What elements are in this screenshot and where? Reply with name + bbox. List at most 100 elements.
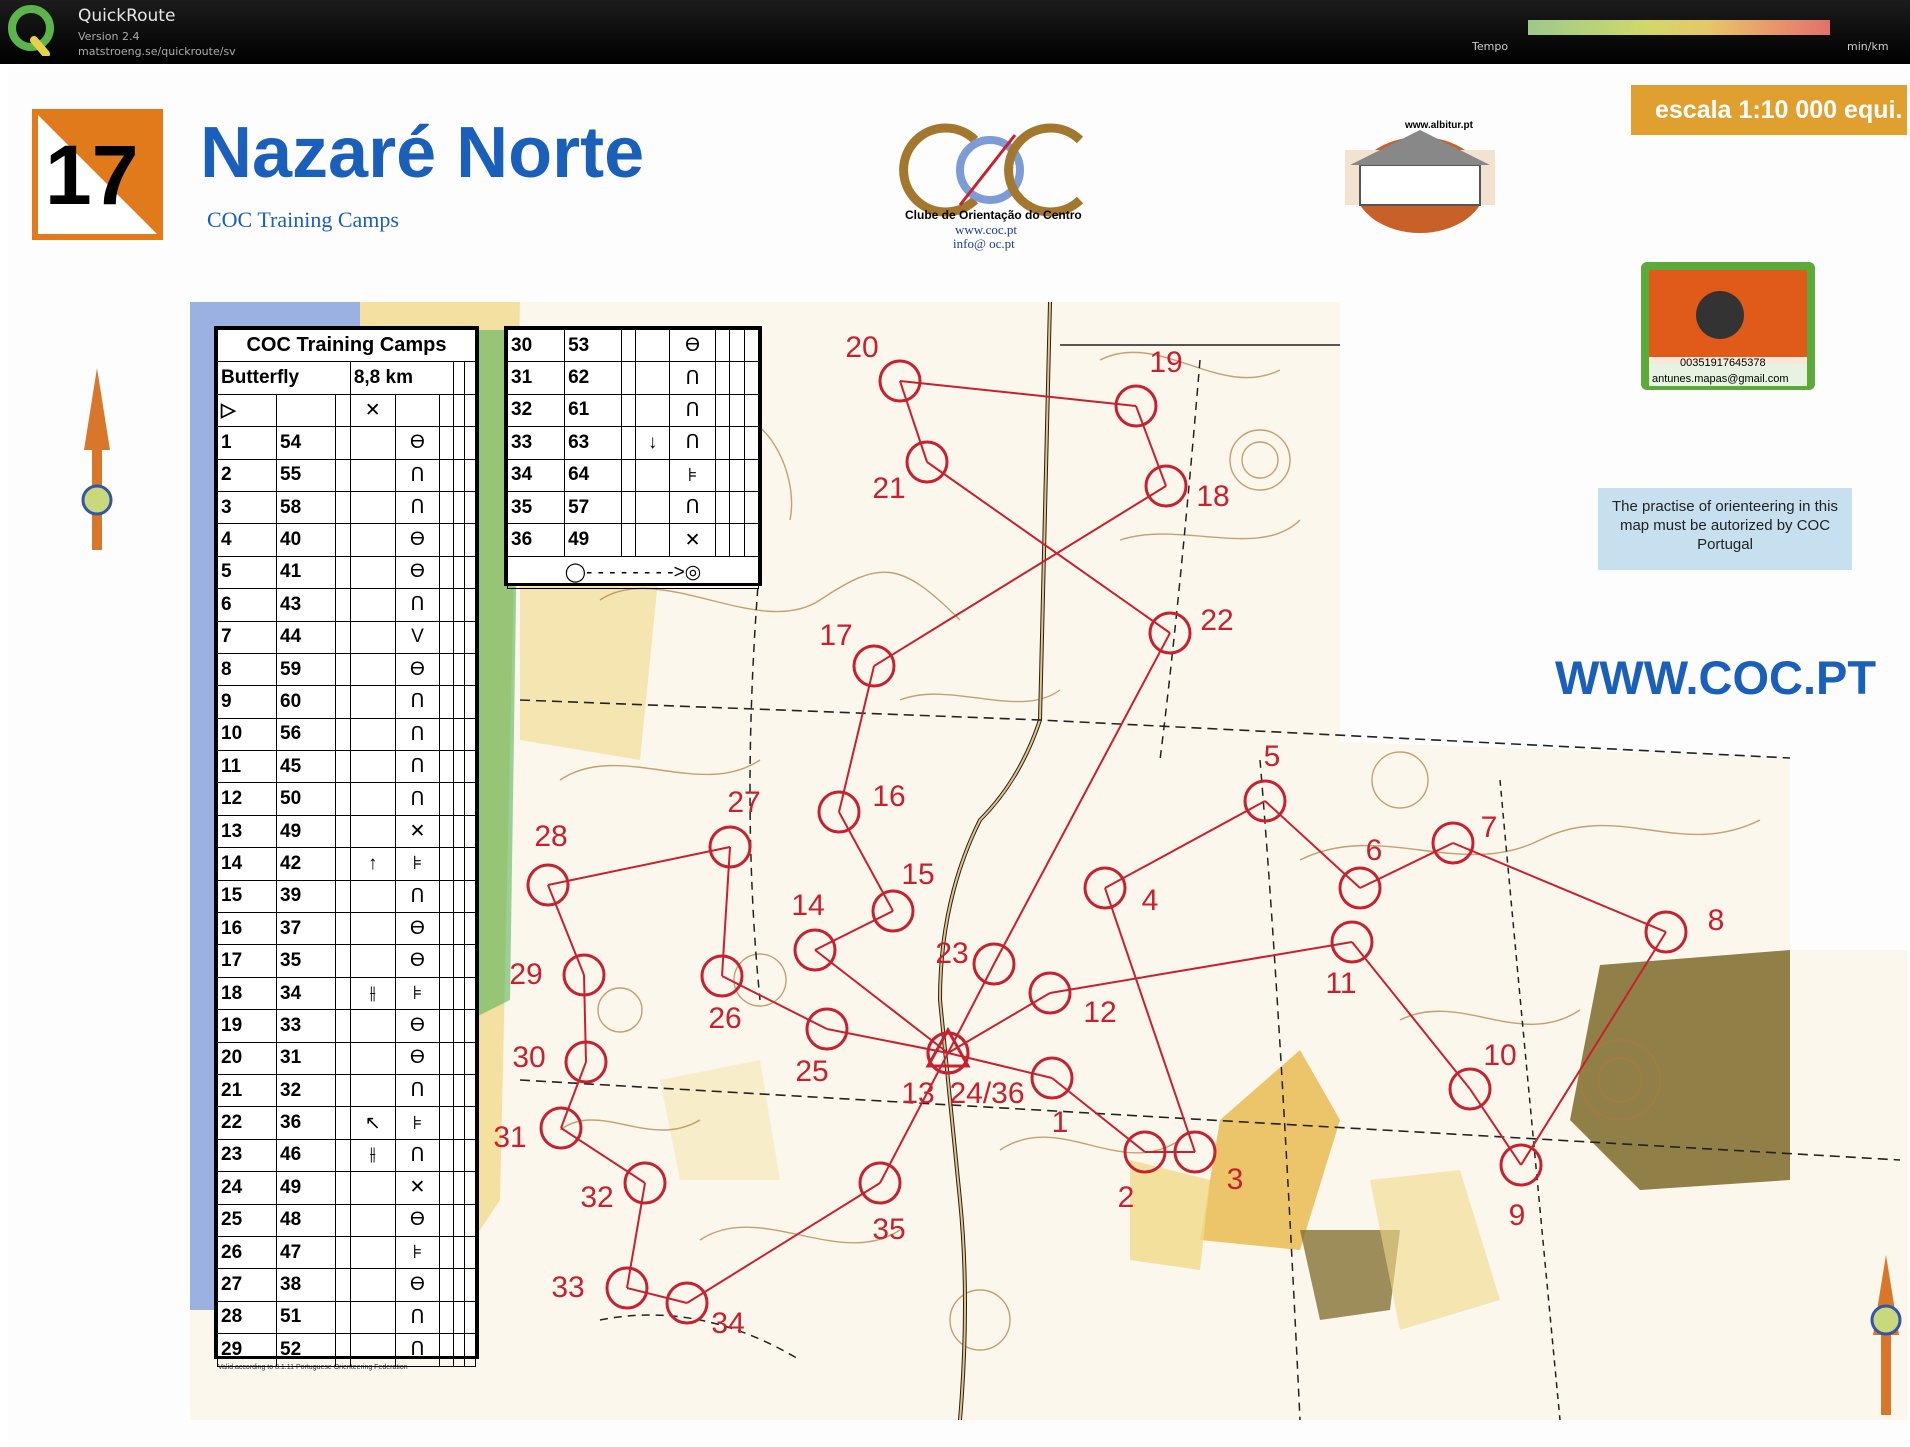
course-number: 17 xyxy=(45,128,139,222)
control-row: 17 35 ϴ xyxy=(216,944,477,978)
direction-symbol: ⫲ xyxy=(349,976,396,1011)
finish-row: ◯- - - - - - - ->◎ xyxy=(507,555,759,590)
control-label: 2 xyxy=(1118,1181,1135,1214)
control-number: 25 xyxy=(216,1203,278,1237)
control-code: 57 xyxy=(564,490,623,525)
control-code: 33 xyxy=(276,1009,337,1043)
feature-symbol: Ո xyxy=(394,1300,441,1335)
control-row: 19 33 ϴ xyxy=(216,1009,477,1043)
finish-description: ◯- - - - - - - ->◎ xyxy=(507,555,759,590)
direction-symbol xyxy=(349,1300,396,1335)
feature-symbol: ✕ xyxy=(668,523,717,557)
control-row: 16 37 ϴ xyxy=(216,912,477,946)
map-title: Nazaré Norte xyxy=(200,113,645,193)
control-code: 60 xyxy=(276,685,337,719)
control-row: 12 50 Ո xyxy=(216,782,477,816)
control-row: 11 45 Ո xyxy=(216,750,477,784)
control-number: 36 xyxy=(506,523,566,557)
control-code: 63 xyxy=(564,426,623,460)
direction-symbol xyxy=(349,717,396,752)
control-row: 2 55 Ո xyxy=(216,458,477,492)
control-label: 28 xyxy=(534,820,567,853)
mapmaker-badge xyxy=(1641,262,1815,390)
control-label: 7 xyxy=(1481,811,1498,844)
control-code: 52 xyxy=(276,1333,337,1367)
control-row: 1 54 ϴ xyxy=(216,426,477,460)
direction-symbol xyxy=(635,361,670,395)
control-number: 3 xyxy=(216,490,278,525)
feature-symbol: ϴ xyxy=(394,555,441,590)
direction-symbol xyxy=(349,426,396,460)
website-banner: WWW.COC.PT xyxy=(1555,651,1877,704)
course-name: Butterfly xyxy=(217,361,351,395)
control-row: 24 49 ✕ xyxy=(216,1171,477,1205)
feature-symbol: ϴ xyxy=(394,1268,441,1302)
control-label: 18 xyxy=(1196,480,1229,513)
control-number: 8 xyxy=(216,652,278,687)
feature-symbol: ϴ xyxy=(394,523,441,557)
direction-symbol xyxy=(349,652,396,687)
control-label: 24/36 xyxy=(949,1077,1024,1110)
direction-symbol: ⫲ xyxy=(349,1138,396,1173)
control-number: 15 xyxy=(216,879,278,914)
feature-symbol: ⊧ xyxy=(394,1235,441,1270)
control-label: 21 xyxy=(872,472,905,505)
control-number: 14 xyxy=(216,847,278,881)
control-label: 32 xyxy=(580,1181,613,1214)
direction-symbol xyxy=(349,458,396,492)
control-code: 62 xyxy=(564,361,623,395)
control-number: 23 xyxy=(216,1138,278,1173)
control-label: 17 xyxy=(819,619,852,652)
control-row: 22 36 ↖ ⊧ xyxy=(216,1106,477,1140)
control-number: 9 xyxy=(216,685,278,719)
control-code: 35 xyxy=(276,944,337,978)
control-label: 29 xyxy=(509,958,542,991)
feature-symbol: Ո xyxy=(394,750,441,784)
feature-symbol: ϴ xyxy=(394,652,441,687)
feature-symbol: Ո xyxy=(394,458,441,492)
control-row: 29 52 Ո xyxy=(216,1333,477,1367)
control-number: 6 xyxy=(216,588,278,622)
direction-symbol xyxy=(349,750,396,784)
control-row: 25 48 ϴ xyxy=(216,1203,477,1237)
direction-symbol: ↓ xyxy=(635,426,670,460)
control-row: 20 31 ϴ xyxy=(216,1041,477,1075)
control-label: 20 xyxy=(845,331,878,364)
course-length: 8,8 km xyxy=(349,361,455,395)
direction-symbol xyxy=(349,782,396,816)
control-row: 21 32 Ո xyxy=(216,1073,477,1108)
control-number: 19 xyxy=(216,1009,278,1043)
direction-symbol xyxy=(349,620,396,654)
control-number: 28 xyxy=(216,1300,278,1335)
control-number: 11 xyxy=(216,750,278,784)
feature-symbol: Ո xyxy=(394,1073,441,1108)
control-code: 34 xyxy=(276,976,337,1011)
direction-symbol: ↖ xyxy=(349,1106,396,1140)
control-row: 31 62 Ո xyxy=(506,361,760,395)
control-label: 1 xyxy=(1052,1106,1069,1139)
control-code: 40 xyxy=(276,523,337,557)
control-code: 49 xyxy=(276,1171,337,1205)
control-row: 35 57 Ո xyxy=(506,490,760,525)
control-number: 30 xyxy=(506,328,566,363)
control-label: 3 xyxy=(1227,1163,1244,1196)
control-row: 5 41 ϴ xyxy=(216,555,477,590)
control-code: 50 xyxy=(276,782,337,816)
direction-symbol xyxy=(635,393,670,428)
control-label: 13 xyxy=(901,1077,934,1110)
control-code: 58 xyxy=(276,490,337,525)
control-label: 31 xyxy=(493,1121,526,1154)
control-label: 30 xyxy=(512,1041,545,1074)
control-code: 59 xyxy=(276,652,337,687)
control-label: 19 xyxy=(1149,346,1182,379)
feature-symbol: ϴ xyxy=(394,912,441,946)
control-number: 13 xyxy=(216,814,278,849)
feature-symbol: Ո xyxy=(394,717,441,752)
control-number: 2 xyxy=(216,458,278,492)
control-label: 4 xyxy=(1142,884,1159,917)
control-row: 4 40 ϴ xyxy=(216,523,477,557)
control-label: 15 xyxy=(901,858,934,891)
control-number: 4 xyxy=(216,523,278,557)
direction-symbol xyxy=(349,879,396,914)
control-label: 27 xyxy=(727,786,760,819)
